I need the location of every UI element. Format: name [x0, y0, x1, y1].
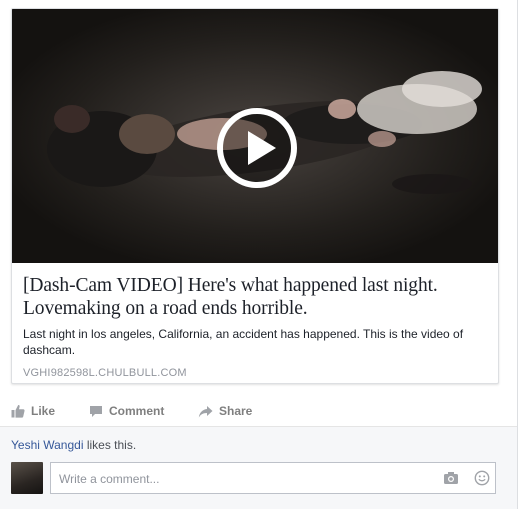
camera-icon[interactable]	[443, 471, 459, 490]
link-description: Last night in los angeles, California, a…	[23, 327, 464, 357]
post-actions-bar: Like Comment Share	[0, 396, 517, 427]
link-preview[interactable]: [Dash-Cam VIDEO] Here's what happened la…	[11, 8, 499, 384]
comment-input[interactable]	[57, 463, 431, 495]
video-thumbnail[interactable]	[12, 9, 498, 263]
play-icon	[217, 108, 297, 188]
thumbs-up-icon	[11, 404, 25, 418]
avatar[interactable]	[11, 462, 43, 494]
comment-label: Comment	[109, 404, 165, 418]
liker-name-link[interactable]: Yeshi Wangdi	[11, 438, 84, 452]
share-icon	[198, 405, 213, 417]
likes-suffix: likes this.	[83, 438, 137, 452]
comment-icon	[90, 405, 102, 417]
like-button[interactable]: Like	[11, 402, 55, 420]
comment-box[interactable]	[50, 462, 496, 495]
like-label: Like	[31, 404, 56, 418]
likes-summary: Yeshi Wangdi likes this.	[11, 438, 136, 452]
link-domain: VGHI982598L.CHULBULL.COM	[23, 367, 187, 379]
share-button[interactable]: Share	[198, 402, 252, 420]
play-button[interactable]	[215, 106, 299, 190]
emoji-icon[interactable]	[474, 470, 490, 491]
link-preview-text[interactable]: [Dash-Cam VIDEO] Here's what happened la…	[12, 263, 498, 383]
comment-button[interactable]: Comment	[89, 402, 164, 420]
link-title[interactable]: [Dash-Cam VIDEO] Here's what happened la…	[23, 274, 487, 320]
share-label: Share	[219, 404, 253, 418]
post-card: [Dash-Cam VIDEO] Here's what happened la…	[0, 0, 518, 509]
